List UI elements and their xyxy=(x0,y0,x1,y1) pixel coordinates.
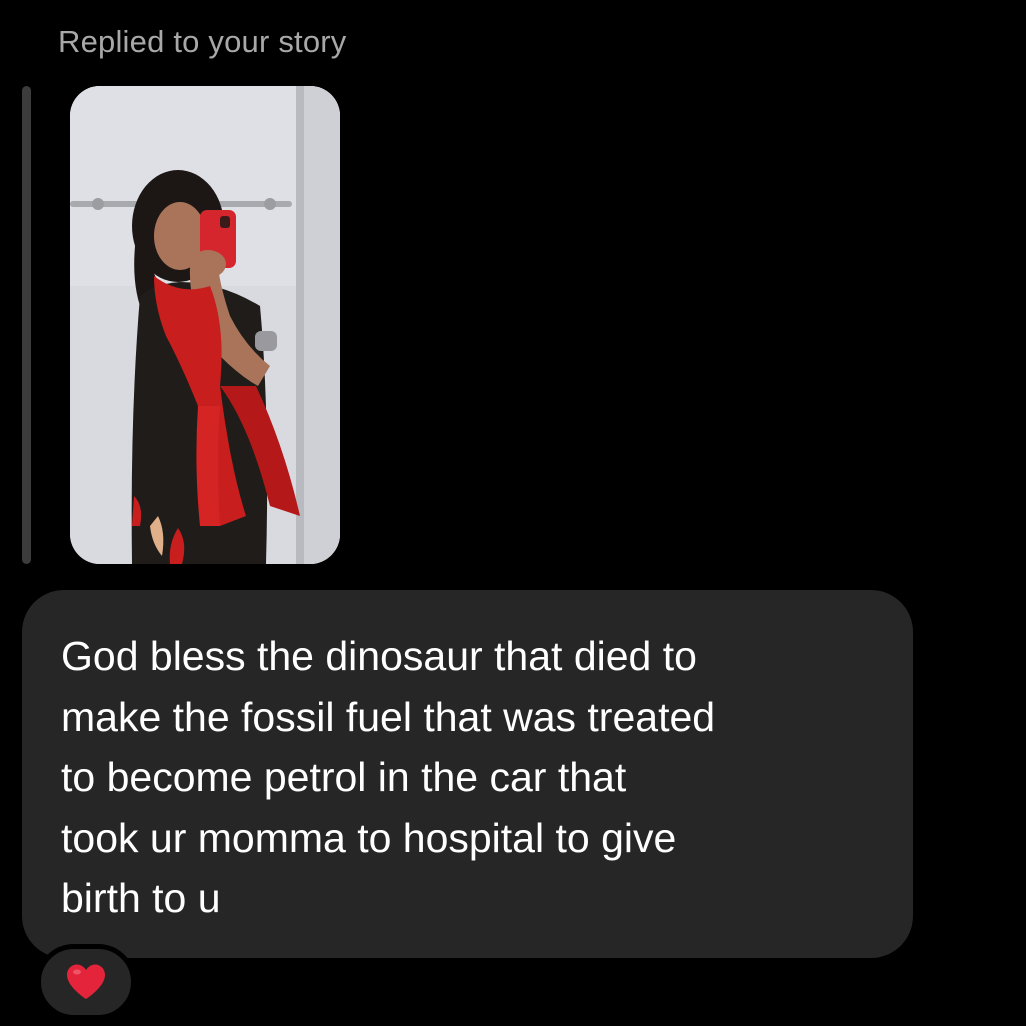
story-quote-bar xyxy=(22,86,31,564)
heart-reaction-badge[interactable] xyxy=(36,944,136,1020)
replied-to-story-label: Replied to your story xyxy=(58,24,347,59)
red-heart-icon xyxy=(67,964,105,999)
message-text: God bless the dinosaur that died to make… xyxy=(61,633,716,921)
story-thumbnail[interactable] xyxy=(70,86,340,564)
message-bubble[interactable]: God bless the dinosaur that died to make… xyxy=(22,590,913,958)
story-photo-image xyxy=(70,86,340,564)
